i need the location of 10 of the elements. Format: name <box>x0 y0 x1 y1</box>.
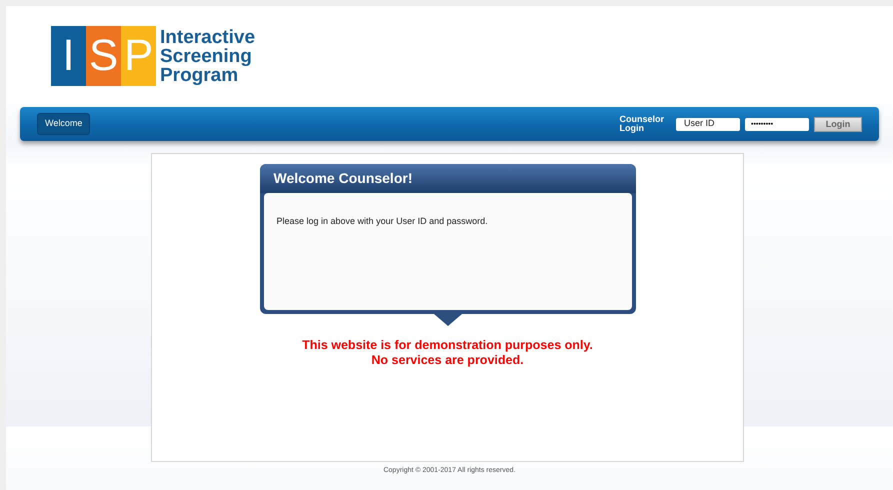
demo-notice: This website is for demonstration purposes only. <box>302 338 593 353</box>
counselor-login-label: Counselor Login <box>619 115 664 133</box>
demo-notice: No services are provided. <box>371 353 524 368</box>
user-id-field[interactable]: User ID <box>676 118 740 130</box>
logo-mark: I S P <box>51 26 156 86</box>
welcome-tab[interactable]: Welcome <box>37 113 90 135</box>
dialog-message: Please log in above with your User ID and password. <box>276 216 488 226</box>
program-name: Interactive Screening Program <box>160 28 256 84</box>
login-button[interactable]: Login <box>814 116 862 132</box>
dialog-title: Welcome Counselor! <box>260 164 636 193</box>
